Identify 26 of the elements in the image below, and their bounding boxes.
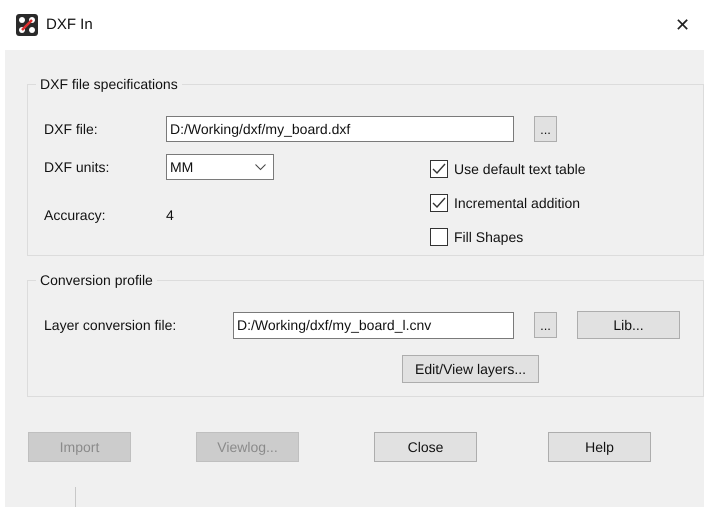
edit-view-layers-button[interactable]: Edit/View layers... — [402, 355, 539, 383]
group-legend: DXF file specifications — [36, 74, 182, 95]
close-button[interactable]: ✕ — [669, 12, 696, 38]
browse-button[interactable]: ... — [534, 312, 557, 338]
app-logo-icon — [16, 14, 38, 36]
layer-file-field[interactable]: D:/Working/dxf/my_board_l.cnv — [233, 312, 514, 338]
checkbox[interactable] — [430, 228, 448, 246]
units-dropdown[interactable]: MM — [166, 154, 274, 180]
browse-button[interactable]: ... — [534, 116, 557, 142]
close-dialog-button[interactable]: Close — [374, 432, 477, 462]
lib-button[interactable]: Lib... — [577, 311, 680, 339]
help-button[interactable]: Help — [548, 432, 651, 462]
checkbox-label[interactable]: Fill Shapes — [454, 226, 524, 248]
field-label: DXF units: — [44, 158, 110, 176]
field-label: Accuracy: — [44, 206, 106, 225]
field-label: Layer conversion file: — [44, 316, 178, 335]
chevron-down-icon — [255, 164, 266, 170]
window-title: DXF In — [46, 14, 93, 35]
checkbox[interactable] — [430, 160, 448, 178]
group-legend: Conversion profile — [36, 270, 157, 291]
checkbox[interactable] — [430, 194, 448, 212]
field-label: DXF file: — [44, 120, 99, 138]
dxf-file-field[interactable]: D:/Working/dxf/my_board.dxf — [166, 116, 514, 142]
checkbox-label[interactable]: Incremental addition — [454, 192, 580, 214]
checkbox-label[interactable]: Use default text table — [454, 158, 586, 180]
accuracy-value: 4 — [166, 206, 174, 224]
